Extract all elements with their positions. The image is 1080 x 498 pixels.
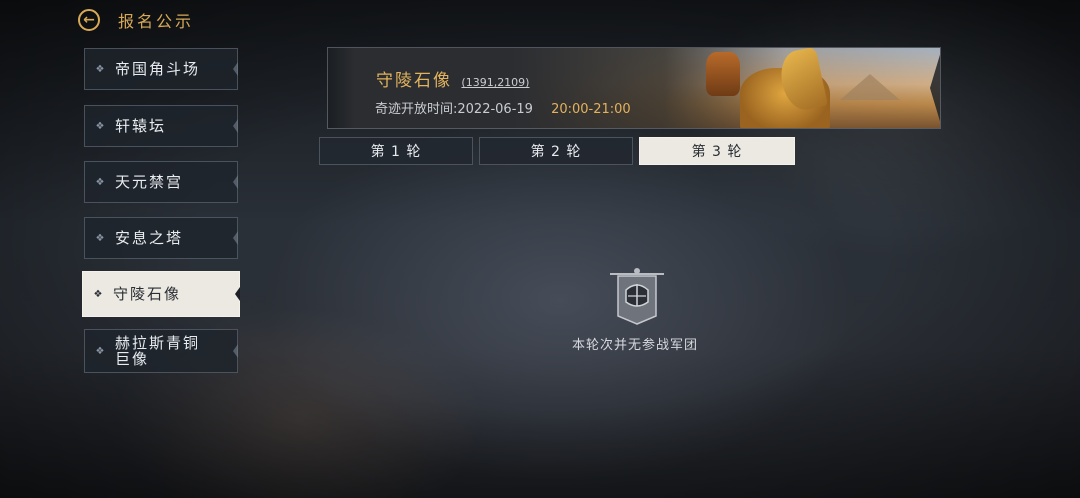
diamond-bullet-icon: ❖ — [95, 63, 105, 75]
sphinx-head-shape — [706, 52, 740, 96]
tab-round-2[interactable]: 第 2 轮 — [479, 137, 633, 165]
wonder-name-text: 守陵石像 — [376, 71, 452, 91]
wonder-open-time: 奇迹开放时间:2022-06-19 20:00-21:00 — [375, 98, 631, 117]
wonder-banner: 守陵石像 (1391,2109) 奇迹开放时间:2022-06-19 20:00… — [327, 47, 941, 129]
diamond-bullet-icon: ❖ — [95, 120, 105, 132]
tab-round-3[interactable]: 第 3 轮 — [639, 137, 795, 165]
sidebar-item-imperial-arena[interactable]: ❖ 帝国角斗场 — [84, 48, 238, 90]
legion-banner-helmet-icon — [610, 268, 664, 325]
sidebar-item-label: 守陵石像 — [113, 285, 182, 303]
diamond-bullet-icon: ❖ — [95, 232, 105, 244]
sidebar-item-label: 天元禁宫 — [115, 173, 184, 191]
wonder-coordinates-link[interactable]: (1391,2109) — [461, 76, 529, 89]
empty-state-message: 本轮次并无参战军团 — [571, 338, 698, 353]
sidebar-item-label: 帝国角斗场 — [115, 60, 201, 78]
page-title: 报名公示 — [118, 12, 195, 31]
open-time-label: 奇迹开放时间:2022-06-19 — [375, 102, 533, 117]
wonder-name: 守陵石像 (1391,2109) — [376, 66, 529, 91]
arrow-left-icon: ← — [83, 12, 95, 28]
diamond-bullet-icon: ❖ — [95, 345, 105, 357]
tab-round-1[interactable]: 第 1 轮 — [319, 137, 473, 165]
pyramid-shape — [840, 74, 900, 100]
open-time-hours: 20:00-21:00 — [551, 102, 631, 117]
banner-arrow-tip — [930, 48, 940, 128]
sidebar-item-anxi-tower[interactable]: ❖ 安息之塔 — [84, 217, 238, 259]
sidebar-item-tianyuan-palace[interactable]: ❖ 天元禁宫 — [84, 161, 238, 203]
sidebar-item-xuanyuan-altar[interactable]: ❖ 轩辕坛 — [84, 105, 238, 147]
sidebar-item-label: 安息之塔 — [115, 229, 184, 247]
sidebar-item-tomb-guardian[interactable]: ❖ 守陵石像 — [82, 271, 240, 317]
diamond-bullet-icon: ❖ — [95, 176, 105, 188]
sidebar-item-label: 赫拉斯青铜巨像 — [115, 334, 201, 368]
sidebar-item-bronze-colossus[interactable]: ❖ 赫拉斯青铜巨像 — [84, 329, 238, 373]
banner-left-fade — [328, 48, 355, 128]
back-button[interactable]: ← — [78, 9, 100, 31]
sidebar-item-label: 轩辕坛 — [115, 117, 167, 135]
diamond-bullet-icon: ❖ — [93, 288, 103, 300]
page-header: ← 报名公示 — [78, 6, 194, 34]
